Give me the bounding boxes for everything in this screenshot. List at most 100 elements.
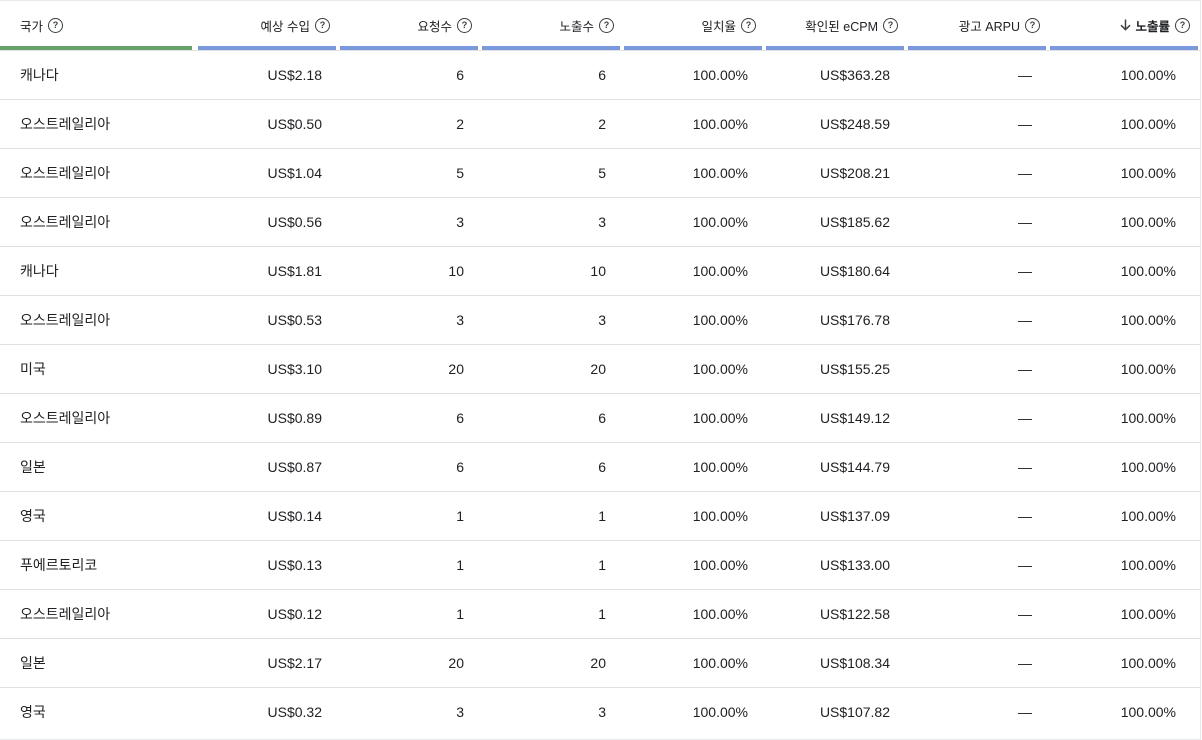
cell-ad-arpu: — — [1018, 557, 1032, 573]
cell-ad-arpu: — — [1018, 508, 1032, 524]
cell-requests: 1 — [456, 557, 464, 573]
help-icon[interactable]: ? — [48, 17, 64, 33]
column-header-observed-ecpm[interactable]: 확인된 eCPM ? — [764, 1, 906, 50]
table-row[interactable]: 영국 US$0.14 1 1 100.00% US$137.09 — 100.00% — [0, 491, 1200, 540]
cell-match-rate: 100.00% — [692, 704, 748, 720]
cell-country: 오스트레일리아 — [20, 116, 111, 132]
cell-show-rate: 100.00% — [1120, 214, 1176, 230]
cell-observed-ecpm: US$155.25 — [819, 361, 890, 377]
cell-match-rate: 100.00% — [692, 459, 748, 475]
column-header-label: 요청수 — [417, 19, 452, 34]
column-header-estimated-earnings[interactable]: 예상 수입 ? — [196, 1, 338, 50]
help-icon[interactable]: ? — [883, 17, 898, 33]
column-color-bar — [0, 46, 192, 50]
cell-show-rate: 100.00% — [1120, 606, 1176, 622]
cell-estimated-earnings: US$0.56 — [267, 214, 322, 230]
column-header-label: 광고 ARPU — [958, 19, 1020, 34]
cell-show-rate: 100.00% — [1120, 361, 1176, 377]
cell-estimated-earnings: US$2.18 — [267, 67, 322, 83]
cell-estimated-earnings: US$0.50 — [267, 116, 322, 132]
table-row[interactable]: 일본 US$0.87 6 6 100.00% US$144.79 — 100.00% — [0, 442, 1200, 491]
column-header-country[interactable]: 국가 ? — [0, 1, 196, 50]
help-icon[interactable]: ? — [457, 17, 472, 33]
table-row[interactable]: 오스트레일리아 US$0.12 1 1 100.00% US$122.58 — 100.00% — [0, 589, 1200, 638]
table-row[interactable]: 오스트레일리아 US$0.89 6 6 100.00% US$149.12 — 100.00% — [0, 393, 1200, 442]
cell-observed-ecpm: US$122.58 — [819, 606, 890, 622]
column-color-bar — [340, 46, 478, 50]
cell-observed-ecpm: US$208.21 — [819, 165, 890, 181]
cell-country: 오스트레일리아 — [20, 312, 111, 328]
table-row[interactable]: 일본 US$2.17 20 20 100.00% US$108.34 — 100.00% — [0, 638, 1200, 687]
cell-country: 영국 — [20, 508, 46, 524]
cell-estimated-earnings: US$0.13 — [267, 557, 322, 573]
column-header-label: 확인된 eCPM — [805, 19, 878, 34]
cell-impressions: 3 — [598, 704, 606, 720]
cell-estimated-earnings: US$1.04 — [267, 165, 322, 181]
table-row[interactable]: 영국 US$0.32 3 3 100.00% US$107.82 — 100.00% — [0, 687, 1200, 736]
cell-country: 일본 — [20, 459, 46, 475]
cell-observed-ecpm: US$133.00 — [819, 557, 890, 573]
cell-observed-ecpm: US$108.34 — [819, 655, 890, 671]
help-icon[interactable]: ? — [599, 17, 614, 33]
cell-show-rate: 100.00% — [1120, 704, 1176, 720]
column-header-requests[interactable]: 요청수 ? — [338, 1, 480, 50]
column-header-match-rate[interactable]: 일치율 ? — [622, 1, 764, 50]
table-row[interactable]: 캐나다 US$2.18 6 6 100.00% US$363.28 — 100.00% — [0, 50, 1200, 99]
cell-show-rate: 100.00% — [1120, 655, 1176, 671]
cell-match-rate: 100.00% — [692, 606, 748, 622]
cell-impressions: 6 — [598, 410, 606, 426]
cell-show-rate: 100.00% — [1120, 508, 1176, 524]
cell-requests: 3 — [456, 214, 464, 230]
cell-country: 캐나다 — [20, 263, 59, 279]
column-color-bar — [1050, 46, 1198, 50]
cell-country: 캐나다 — [20, 67, 59, 83]
sort-descending-arrow-icon[interactable] — [1119, 18, 1131, 32]
cell-match-rate: 100.00% — [692, 361, 748, 377]
cell-match-rate: 100.00% — [692, 655, 748, 671]
cell-match-rate: 100.00% — [692, 165, 748, 181]
cell-ad-arpu: — — [1018, 655, 1032, 671]
column-color-bar — [482, 46, 620, 50]
cell-impressions: 1 — [598, 557, 606, 573]
cell-show-rate: 100.00% — [1120, 459, 1176, 475]
cell-ad-arpu: — — [1018, 704, 1032, 720]
cell-observed-ecpm: US$176.78 — [819, 312, 890, 328]
column-header-show-rate[interactable]: 노출률 ? — [1048, 1, 1200, 50]
cell-match-rate: 100.00% — [692, 67, 748, 83]
help-icon[interactable]: ? — [741, 17, 756, 33]
cell-ad-arpu: — — [1018, 116, 1032, 132]
column-header-impressions[interactable]: 노출수 ? — [480, 1, 622, 50]
cell-country: 일본 — [20, 655, 46, 671]
cell-match-rate: 100.00% — [692, 508, 748, 524]
cell-impressions: 6 — [598, 67, 606, 83]
column-header-ad-arpu[interactable]: 광고 ARPU ? — [906, 1, 1048, 50]
cell-show-rate: 100.00% — [1120, 312, 1176, 328]
cell-requests: 1 — [456, 508, 464, 524]
table-row[interactable]: 푸에르토리코 US$0.13 1 1 100.00% US$133.00 — 100.00% — [0, 540, 1200, 589]
table-row[interactable]: 오스트레일리아 US$0.53 3 3 100.00% US$176.78 — 100.00% — [0, 295, 1200, 344]
cell-country: 미국 — [20, 361, 46, 377]
cell-impressions: 20 — [590, 655, 606, 671]
cell-requests: 6 — [456, 459, 464, 475]
column-header-label: 노출수 — [559, 19, 594, 34]
table-row[interactable]: 오스트레일리아 US$0.50 2 2 100.00% US$248.59 — 100.00% — [0, 99, 1200, 148]
cell-requests: 5 — [456, 165, 464, 181]
cell-match-rate: 100.00% — [692, 214, 748, 230]
cell-requests: 3 — [456, 312, 464, 328]
column-header-label: 예상 수입 — [260, 19, 310, 34]
table-row[interactable]: 캐나다 US$1.81 10 10 100.00% US$180.64 — 100.00% — [0, 246, 1200, 295]
cell-observed-ecpm: US$144.79 — [819, 459, 890, 475]
table-row[interactable]: 오스트레일리아 US$0.56 3 3 100.00% US$185.62 — 100.00% — [0, 197, 1200, 246]
cell-ad-arpu: — — [1018, 361, 1032, 377]
cell-requests: 6 — [456, 410, 464, 426]
help-icon[interactable]: ? — [1025, 17, 1040, 33]
table-row[interactable]: 오스트레일리아 US$1.04 5 5 100.00% US$208.21 — 100.00% — [0, 148, 1200, 197]
cell-observed-ecpm: US$137.09 — [819, 508, 890, 524]
column-header-label: 국가 — [20, 19, 44, 34]
cell-requests: 20 — [448, 361, 464, 377]
help-icon[interactable]: ? — [315, 17, 330, 33]
table-row[interactable]: 미국 US$3.10 20 20 100.00% US$155.25 — 100.00% — [0, 344, 1200, 393]
cell-country: 오스트레일리아 — [20, 410, 111, 426]
help-icon[interactable]: ? — [1175, 17, 1190, 33]
column-color-bar — [908, 46, 1046, 50]
